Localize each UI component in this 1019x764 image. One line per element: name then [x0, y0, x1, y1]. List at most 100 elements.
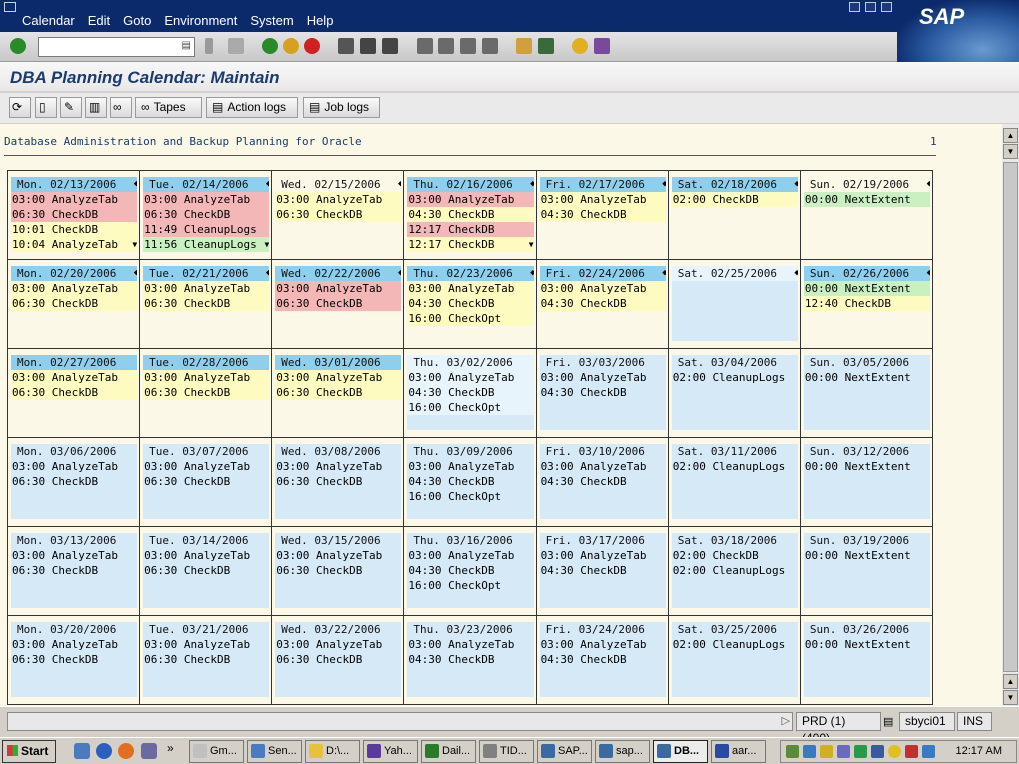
- day-header[interactable]: Mon. 03/20/2006: [11, 622, 138, 637]
- empty-slot[interactable]: [671, 281, 798, 296]
- calendar-action-entry[interactable]: 03:00 AnalyzeTab: [407, 192, 534, 207]
- task-button-sap-2[interactable]: sap...: [595, 740, 650, 763]
- previous-page-icon[interactable]: [438, 38, 454, 54]
- calendar-action-entry[interactable]: 03:00 AnalyzeTab: [143, 370, 270, 385]
- calendar-action-entry[interactable]: 06:30 CheckDB: [11, 296, 138, 311]
- day-header[interactable]: Wed. 02/15/2006 ◆: [275, 177, 401, 192]
- empty-slot[interactable]: [11, 489, 138, 504]
- day-navigation-icon[interactable]: ◆: [266, 177, 269, 192]
- calendar-action-entry[interactable]: 02:00 CleanupLogs: [671, 563, 798, 578]
- day-header[interactable]: Sat. 03/25/2006: [671, 622, 798, 637]
- input-mode[interactable]: INS: [957, 712, 992, 731]
- day-header[interactable]: Sun. 03/26/2006: [803, 622, 930, 637]
- day-header[interactable]: Tue. 02/21/2006 ◆: [143, 266, 270, 281]
- vertical-scrollbar[interactable]: ▲ ▼ ▲ ▼: [1002, 124, 1019, 706]
- calendar-action-entry[interactable]: 16:00 CheckOpt: [407, 400, 534, 415]
- empty-slot[interactable]: [539, 593, 666, 608]
- empty-slot[interactable]: [803, 563, 930, 578]
- calendar-action-entry[interactable]: 06:30 CheckDB: [143, 296, 270, 311]
- day-header[interactable]: Wed. 03/15/2006: [275, 533, 402, 548]
- calendar-day-cell[interactable]: Thu. 03/16/2006 03:00 AnalyzeTab 04:30 Che…: [403, 526, 537, 616]
- calendar-day-cell[interactable]: Fri. 03/10/2006 03:00 AnalyzeTab 04:30 Che…: [535, 437, 669, 527]
- calendar-day-cell[interactable]: Wed. 03/15/2006 03:00 AnalyzeTab 06:30 Che…: [271, 526, 405, 616]
- calendar-action-entry[interactable]: 03:00 AnalyzeTab: [11, 192, 138, 207]
- calendar-action-entry[interactable]: 03:00 AnalyzeTab: [143, 459, 270, 474]
- calendar-action-entry[interactable]: 00:00 NextExtent: [803, 637, 930, 652]
- menu-calendar[interactable]: Calendar: [22, 13, 75, 28]
- messenger-icon[interactable]: [888, 745, 901, 758]
- calendar-action-entry[interactable]: 03:00 AnalyzeTab: [539, 459, 666, 474]
- day-navigation-icon[interactable]: ◆: [398, 177, 401, 192]
- calendar-action-entry[interactable]: 00:00 NextExtent: [803, 548, 930, 563]
- empty-slot[interactable]: [275, 593, 402, 608]
- empty-slot[interactable]: [143, 667, 270, 682]
- day-header[interactable]: Sun. 02/19/2006 ◆: [804, 177, 930, 192]
- calendar-day-cell[interactable]: Wed. 02/22/2006 ◆ 03:00 AnalyzeTab 06:30 Ch…: [271, 259, 405, 349]
- empty-slot[interactable]: [275, 489, 402, 504]
- day-header[interactable]: Sun. 03/05/2006: [803, 355, 930, 370]
- calendar-action-entry[interactable]: 06:30 CheckDB: [11, 563, 138, 578]
- empty-slot[interactable]: [803, 593, 930, 608]
- calendar-action-entry[interactable]: 12:40 CheckDB: [803, 296, 930, 311]
- day-header[interactable]: Mon. 03/13/2006: [11, 533, 138, 548]
- menu-help[interactable]: Help: [307, 13, 334, 28]
- calendar-action-entry[interactable]: 03:00 AnalyzeTab: [143, 281, 270, 296]
- day-header[interactable]: Sat. 03/18/2006: [671, 533, 798, 548]
- day-header[interactable]: Thu. 02/16/2006 ◆: [407, 177, 534, 192]
- calendar-action-entry[interactable]: 02:00 CheckDB: [671, 548, 798, 563]
- wireless-icon[interactable]: [871, 745, 884, 758]
- calendar-day-cell[interactable]: Tue. 03/14/2006 03:00 AnalyzeTab 06:30 Che…: [139, 526, 273, 616]
- empty-slot[interactable]: [671, 682, 798, 697]
- calendar-action-entry[interactable]: 03:00 AnalyzeTab: [407, 548, 534, 563]
- empty-slot[interactable]: [11, 593, 138, 608]
- firefox-icon[interactable]: [118, 743, 134, 759]
- task-button-sap[interactable]: SAP...: [537, 740, 592, 763]
- exit-icon[interactable]: [283, 38, 299, 54]
- calendar-action-entry[interactable]: 04:30 CheckDB: [539, 474, 666, 489]
- empty-slot[interactable]: [803, 385, 930, 400]
- scroll-down-icon[interactable]: ▲: [1003, 674, 1018, 689]
- day-header[interactable]: Wed. 03/08/2006: [275, 444, 402, 459]
- calendar-action-entry[interactable]: 04:30 CheckDB: [407, 207, 534, 222]
- calendar-day-cell[interactable]: Fri. 03/24/2006 03:00 AnalyzeTab 04:30 Che…: [535, 615, 669, 705]
- calendar-action-entry[interactable]: 06:30 CheckDB: [143, 385, 270, 400]
- day-header[interactable]: Sat. 03/04/2006: [671, 355, 798, 370]
- calendar-day-cell[interactable]: Tue. 03/07/2006 03:00 AnalyzeTab 06:30 Che…: [139, 437, 273, 527]
- calendar-action-entry[interactable]: 03:00 AnalyzeTab: [275, 192, 402, 207]
- calendar-action-entry[interactable]: 06:30 CheckDB: [11, 474, 138, 489]
- calendar-action-entry[interactable]: 03:00 AnalyzeTab: [407, 370, 534, 385]
- task-button-sent[interactable]: Sen...: [247, 740, 302, 763]
- day-header[interactable]: Sat. 02/18/2006 ◆: [671, 177, 798, 192]
- find-icon[interactable]: [360, 38, 376, 54]
- day-navigation-icon[interactable]: ◆: [794, 177, 797, 192]
- calendar-day-cell[interactable]: Wed. 03/08/2006 03:00 AnalyzeTab 06:30 Che…: [271, 437, 405, 527]
- calendar-action-entry[interactable]: 10:04 AnalyzeTab ▼: [11, 237, 138, 252]
- empty-slot[interactable]: [407, 667, 534, 682]
- empty-slot[interactable]: [11, 504, 138, 519]
- calendar-action-entry[interactable]: 06:30 CheckDB: [143, 474, 270, 489]
- calendar-day-cell[interactable]: Sat. 02/18/2006 ◆ 02:00 CheckDB: [667, 170, 801, 260]
- menu-goto[interactable]: Goto: [123, 13, 151, 28]
- day-header[interactable]: Wed. 03/22/2006: [275, 622, 402, 637]
- calendar-action-entry[interactable]: 04:30 CheckDB: [407, 474, 534, 489]
- calendar-action-entry[interactable]: 00:00 NextExtent: [803, 459, 930, 474]
- calendar-action-entry[interactable]: 12:17 CheckDB: [407, 222, 534, 237]
- minimize-window-icon[interactable]: [849, 2, 860, 12]
- calendar-action-entry[interactable]: 03:00 AnalyzeTab: [539, 637, 666, 652]
- menu-edit[interactable]: Edit: [88, 13, 110, 28]
- calendar-action-entry[interactable]: 03:00 AnalyzeTab: [11, 370, 138, 385]
- day-navigation-icon[interactable]: ◆: [530, 177, 533, 192]
- first-page-icon[interactable]: [417, 38, 433, 54]
- calendar-action-entry[interactable]: 03:00 AnalyzeTab: [407, 281, 534, 296]
- calendar-action-entry[interactable]: 04:30 CheckDB: [539, 563, 666, 578]
- empty-slot[interactable]: [671, 311, 798, 326]
- day-header[interactable]: Fri. 02/17/2006 ◆: [539, 177, 666, 192]
- calendar-day-cell[interactable]: Sat. 02/25/2006 ◆: [667, 259, 801, 349]
- calendar-action-entry[interactable]: 04:30 CheckDB: [407, 563, 534, 578]
- calendar-day-cell[interactable]: Sun. 03/19/2006 00:00 NextExtent: [799, 526, 934, 616]
- calendar-day-cell[interactable]: Fri. 03/17/2006 03:00 AnalyzeTab 04:30 Che…: [535, 526, 669, 616]
- command-field[interactable]: [38, 37, 195, 57]
- calendar-day-cell[interactable]: Fri. 03/03/2006 03:00 AnalyzeTab 04:30 Che…: [535, 348, 669, 438]
- calendar-day-cell[interactable]: Sun. 02/26/2006 ◆ 00:00 NextExtent 12:40 Ch…: [799, 259, 934, 349]
- cancel-icon[interactable]: [304, 38, 320, 54]
